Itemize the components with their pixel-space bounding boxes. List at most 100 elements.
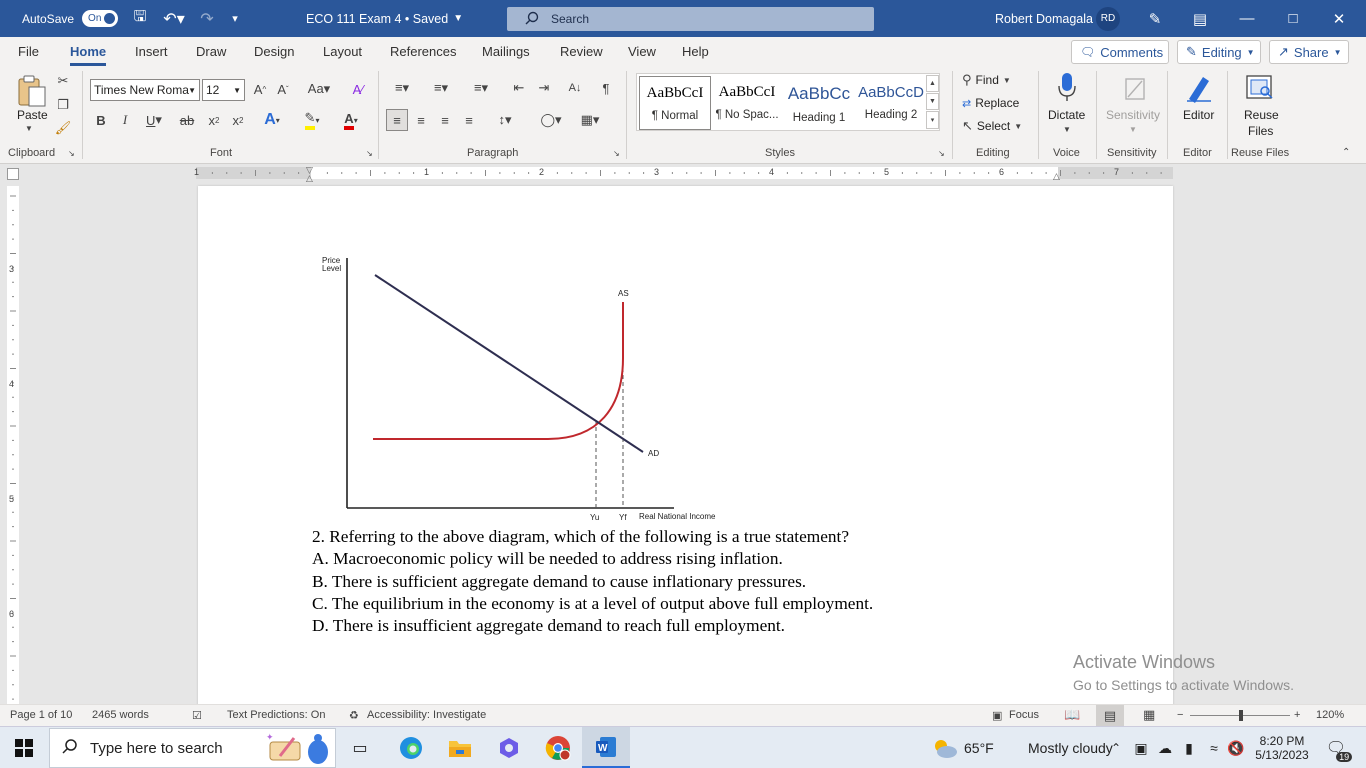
text-predictions-status[interactable]: Text Predictions: On (227, 709, 325, 721)
search-box[interactable]: Search (507, 7, 874, 31)
zoom-out-button[interactable]: − (1177, 709, 1183, 721)
question-block[interactable]: 2. Referring to the above diagram, which… (312, 526, 873, 637)
tab-review[interactable]: Review (560, 44, 603, 59)
copilot-icon[interactable] (492, 727, 526, 768)
wifi-icon[interactable]: ≈ (1205, 727, 1223, 768)
vertical-ruler[interactable]: 3 4 5 6 (7, 186, 19, 704)
maximize-button[interactable]: □ (1270, 0, 1316, 37)
weather-description[interactable]: Mostly cloudy (1028, 727, 1113, 768)
italic-icon[interactable]: I (118, 112, 132, 128)
document-title[interactable]: ECO 111 Exam 4 • Saved ▼ (306, 0, 463, 37)
sensitivity-icon[interactable] (1121, 72, 1149, 102)
dialog-launcher-icon[interactable]: ↘ (938, 149, 945, 158)
reuse-label-line1[interactable]: Reuse (1244, 108, 1279, 122)
web-layout-icon[interactable]: ▦ (1143, 707, 1155, 723)
close-button[interactable]: ✕ (1316, 0, 1362, 37)
volume-muted-icon[interactable]: 🔇 (1226, 727, 1246, 768)
zoom-in-button[interactable]: + (1294, 709, 1300, 721)
print-layout-icon[interactable]: ▤ (1096, 705, 1124, 726)
sort-icon[interactable]: A↓ (565, 79, 585, 97)
strikethrough-icon[interactable]: ab (178, 112, 196, 128)
tab-home[interactable]: Home (70, 44, 107, 66)
task-view-icon[interactable]: ▭ (345, 727, 375, 768)
show-formatting-marks-icon[interactable]: ¶ (597, 79, 615, 97)
editor-label[interactable]: Editor (1183, 108, 1214, 122)
word-taskbar-icon[interactable]: W (582, 727, 630, 768)
autosave-toggle[interactable]: On (82, 10, 119, 27)
tab-design[interactable]: Design (254, 44, 294, 59)
justify-icon[interactable]: ≡ (460, 111, 478, 129)
edge-browser-icon[interactable] (394, 727, 428, 768)
tab-draw[interactable]: Draw (196, 44, 226, 59)
chevron-up-icon[interactable]: ⌃ (1108, 727, 1124, 768)
user-avatar[interactable]: RD (1096, 0, 1120, 37)
focus-button[interactable]: Focus (1009, 709, 1039, 721)
microphone-icon[interactable] (1054, 71, 1080, 103)
reuse-label-line2[interactable]: Files (1248, 124, 1273, 138)
customize-qat-icon[interactable]: ▾ (228, 0, 242, 37)
document-page[interactable]: Price Level AS AD Yu Yf Real National In… (198, 186, 1173, 706)
font-size-select[interactable]: 12 ▼ (202, 79, 245, 101)
align-left-icon[interactable]: ≡ (386, 109, 408, 131)
redo-icon[interactable]: ↷ (198, 0, 216, 37)
superscript-icon[interactable]: x2 (230, 112, 246, 128)
underline-icon[interactable]: U ▾ (141, 112, 167, 128)
user-name[interactable]: Robert Domagala (995, 0, 1093, 37)
shading-icon[interactable]: ◯▾ (536, 111, 566, 129)
reuse-files-icon[interactable] (1244, 73, 1276, 103)
pen-icon[interactable]: ✎ (1146, 0, 1164, 37)
clock[interactable]: 8:20 PM 5/13/2023 (1252, 727, 1312, 768)
minimize-button[interactable]: — (1224, 0, 1270, 37)
dialog-launcher-icon[interactable]: ↘ (68, 149, 75, 158)
shrink-font-icon[interactable]: Aˇ (275, 81, 291, 97)
page-count[interactable]: Page 1 of 10 (10, 709, 72, 721)
horizontal-ruler[interactable]: 1 1 2 3 4 5 6 7 ▽ △ △ (194, 165, 1173, 183)
word-count[interactable]: 2465 words (92, 709, 149, 721)
hanging-indent-marker[interactable]: △ (306, 173, 313, 184)
autosave-control[interactable]: AutoSave On (22, 0, 119, 37)
chrome-icon[interactable] (541, 727, 575, 768)
multilevel-list-icon[interactable]: ≡▾ (466, 79, 496, 97)
increase-indent-icon[interactable]: ⇥ (535, 79, 553, 97)
battery-icon[interactable]: ▮ (1180, 727, 1198, 768)
weather-cloud-icon[interactable] (930, 727, 960, 768)
tab-file[interactable]: File (18, 44, 39, 59)
font-color-icon[interactable]: A ▾ (336, 111, 366, 130)
chevron-down-icon[interactable]: ▼ (1129, 125, 1137, 134)
select-button[interactable]: ↖ Select ▼ (962, 117, 1022, 135)
paste-label[interactable]: Paste (17, 108, 48, 122)
grow-font-icon[interactable]: A ^ (252, 81, 268, 97)
subscript-icon[interactable]: x2 (206, 112, 222, 128)
collapse-ribbon-icon[interactable]: ⌃ (1342, 147, 1350, 158)
align-right-icon[interactable]: ≡ (436, 111, 454, 129)
tab-selector-icon[interactable] (7, 168, 19, 180)
cut-icon[interactable]: ✂ (56, 73, 70, 89)
text-effects-icon[interactable]: A ▾ (257, 111, 287, 129)
dictate-label[interactable]: Dictate (1048, 108, 1085, 122)
find-button[interactable]: ⚲ Find ▼ (962, 71, 1011, 89)
style-heading-1[interactable]: AaBbCc Heading 1 (783, 76, 855, 130)
accessibility-status[interactable]: Accessibility: Investigate (367, 709, 486, 721)
editing-mode-button[interactable]: ✎ Editing ▼ (1177, 40, 1261, 64)
onedrive-cloud-icon[interactable]: ☁ (1155, 727, 1175, 768)
undo-icon[interactable]: ↶▾ (159, 0, 189, 37)
comments-button[interactable]: 🗨 Comments (1071, 40, 1169, 64)
proofing-icon[interactable]: ☑ (192, 709, 202, 722)
style-normal[interactable]: AaBbCcI ¶ Normal (639, 76, 711, 130)
line-spacing-icon[interactable]: ↕▾ (490, 111, 520, 129)
clear-formatting-icon[interactable]: A⁄ (349, 80, 367, 98)
zoom-level[interactable]: 120% (1316, 709, 1344, 721)
bullets-icon[interactable]: ≡▾ (387, 79, 417, 97)
chevron-down-icon[interactable]: ▼ (1063, 125, 1071, 134)
sensitivity-label[interactable]: Sensitivity (1106, 108, 1160, 122)
borders-icon[interactable]: ▦▾ (575, 111, 605, 129)
style-no-spacing[interactable]: AaBbCcI ¶ No Spac... (711, 76, 783, 130)
editor-icon[interactable] (1184, 72, 1214, 104)
gallery-scroll-up-icon[interactable]: ▲ (926, 75, 939, 92)
bold-icon[interactable]: B (94, 112, 108, 128)
tab-references[interactable]: References (390, 44, 456, 59)
ribbon-display-options-icon[interactable]: ▤ (1177, 0, 1223, 37)
tab-view[interactable]: View (628, 44, 656, 59)
tab-layout[interactable]: Layout (323, 44, 362, 59)
meet-now-icon[interactable]: ▣ (1132, 727, 1150, 768)
